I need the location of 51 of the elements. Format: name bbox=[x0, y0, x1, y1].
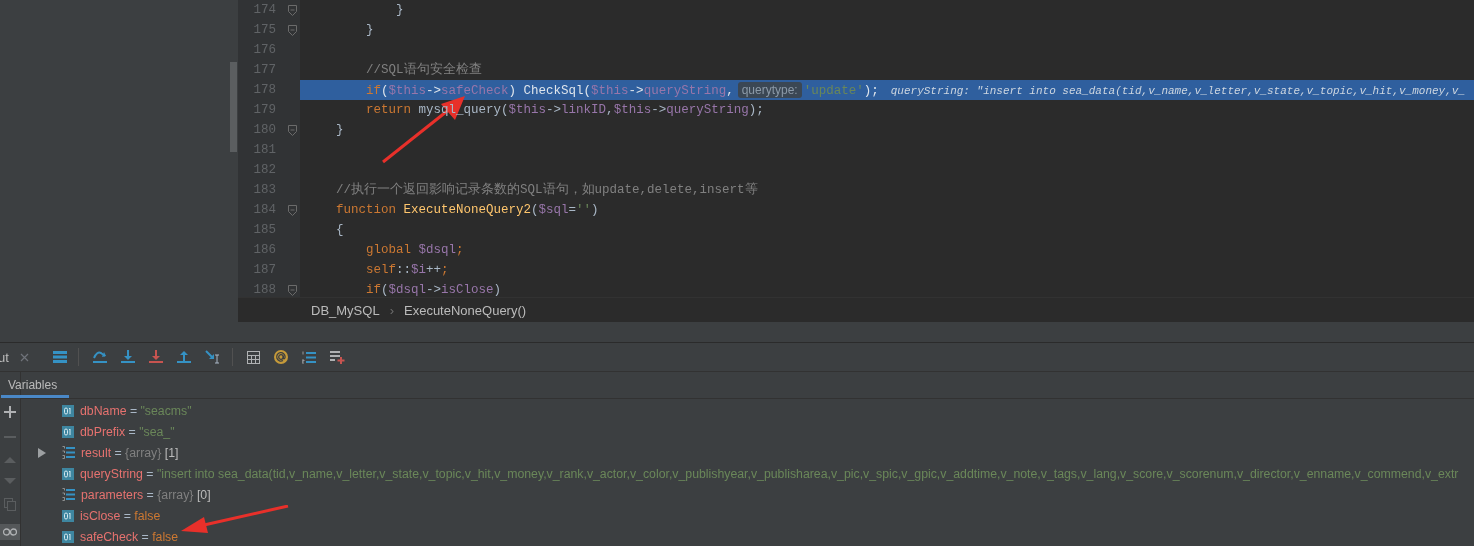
code-line: function ExecuteNoneQuery2($sql='') bbox=[335, 202, 599, 219]
code-line: if($this->safeCheck) CheckSql($this->queryString, querytype: 'update'); queryString: "insert into sea_data(tid,v_name,v_letter,v_state,v_topic,v_hit,v_money,v_ bbox=[365, 80, 1466, 100]
array-icon bbox=[62, 446, 75, 459]
fold-marker-icon[interactable] bbox=[287, 204, 297, 216]
add-icon[interactable] bbox=[4, 406, 16, 418]
up-arrow-icon[interactable] bbox=[4, 456, 16, 464]
calculator-icon[interactable] bbox=[246, 350, 260, 364]
close-icon[interactable] bbox=[19, 352, 29, 362]
breadcrumb-item[interactable]: ExecuteNoneQuery() bbox=[404, 302, 527, 318]
fold-marker-icon[interactable] bbox=[287, 284, 297, 296]
code-line: } bbox=[395, 2, 404, 19]
code-line: self::$i++; bbox=[365, 262, 449, 279]
watches-button[interactable] bbox=[0, 524, 20, 540]
breadcrumb-item[interactable]: DB_MySQL bbox=[311, 302, 380, 318]
variable-entry[interactable]: parameters = {array} [0] bbox=[81, 487, 211, 502]
variable-entry[interactable]: safeCheck = false bbox=[80, 529, 179, 544]
variable-entry[interactable]: dbName = "seacms" bbox=[80, 403, 192, 418]
field-icon bbox=[62, 509, 74, 522]
variables-tab[interactable]: Variables bbox=[1, 372, 69, 398]
force-step-into-icon[interactable] bbox=[148, 350, 163, 364]
copy-icon[interactable] bbox=[4, 498, 16, 511]
code-line: } bbox=[365, 22, 374, 39]
code-line: if($dsql->isClose) bbox=[365, 282, 502, 298]
fold-marker-icon[interactable] bbox=[287, 24, 297, 36]
fold-marker-icon[interactable] bbox=[287, 124, 297, 136]
variable-entry[interactable]: result = {array} [1] bbox=[81, 445, 179, 460]
code-line: //SQL语句安全检查 bbox=[365, 61, 482, 79]
run-to-cursor-icon[interactable] bbox=[204, 350, 221, 364]
variable-entry[interactable]: dbPrefix = "sea_" bbox=[80, 424, 175, 439]
fold-marker-icon[interactable] bbox=[287, 4, 297, 16]
array-icon bbox=[62, 488, 75, 501]
variable-entry[interactable]: isClose = false bbox=[80, 508, 161, 523]
add-list-icon[interactable] bbox=[329, 350, 346, 364]
numbered-list-icon[interactable] bbox=[301, 350, 316, 364]
field-icon bbox=[62, 530, 74, 543]
scrollbar-thumb[interactable] bbox=[230, 62, 237, 152]
expand-triangle-icon[interactable] bbox=[38, 447, 46, 458]
step-into-icon[interactable] bbox=[120, 350, 135, 364]
menu-icon[interactable] bbox=[52, 351, 67, 363]
at-sign-icon[interactable] bbox=[273, 350, 288, 364]
field-icon bbox=[62, 425, 74, 438]
breadcrumb-separator: › bbox=[389, 302, 394, 318]
field-icon bbox=[62, 467, 74, 480]
down-arrow-icon[interactable] bbox=[4, 477, 16, 485]
step-out-icon[interactable] bbox=[176, 350, 191, 364]
code-line: } bbox=[335, 122, 344, 139]
code-line: global $dsql; bbox=[365, 242, 464, 259]
variable-entry[interactable]: queryString = "insert into sea_data(tid,v_name,v_letter,v_state,v_topic,v_hit,v_money,v_rank,v_actor,v_color,v_publishyear,v_publisharea,v_pic,v_spic,v_gpic,v_addtime,v_note,v_tags,v_lang,v_score,v_scorenum,v_director,v_enname,v_commend,v_extr bbox=[80, 466, 1459, 481]
step-over-icon[interactable] bbox=[92, 350, 107, 364]
field-icon bbox=[62, 404, 74, 417]
code-line: { bbox=[335, 222, 344, 239]
